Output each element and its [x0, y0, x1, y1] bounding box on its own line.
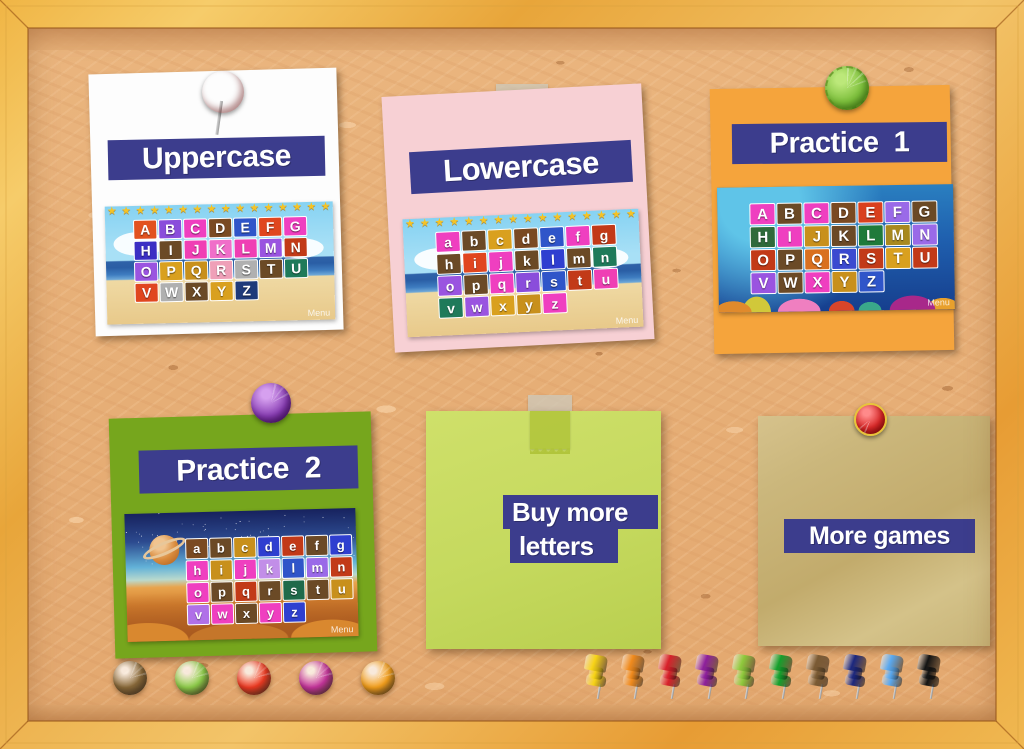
corkboard: Uppercase ★ ★ ★ ★ ★ ★ ★ ★ ★ ★ ★ ★ ★ ★ ★ ★ ABCDEFGHIJKLM…	[28, 28, 996, 721]
cork-vignette	[28, 28, 996, 721]
board-frame: Uppercase ★ ★ ★ ★ ★ ★ ★ ★ ★ ★ ★ ★ ★ ★ ★ ★ ABCDEFGHIJKLM…	[0, 0, 1024, 749]
